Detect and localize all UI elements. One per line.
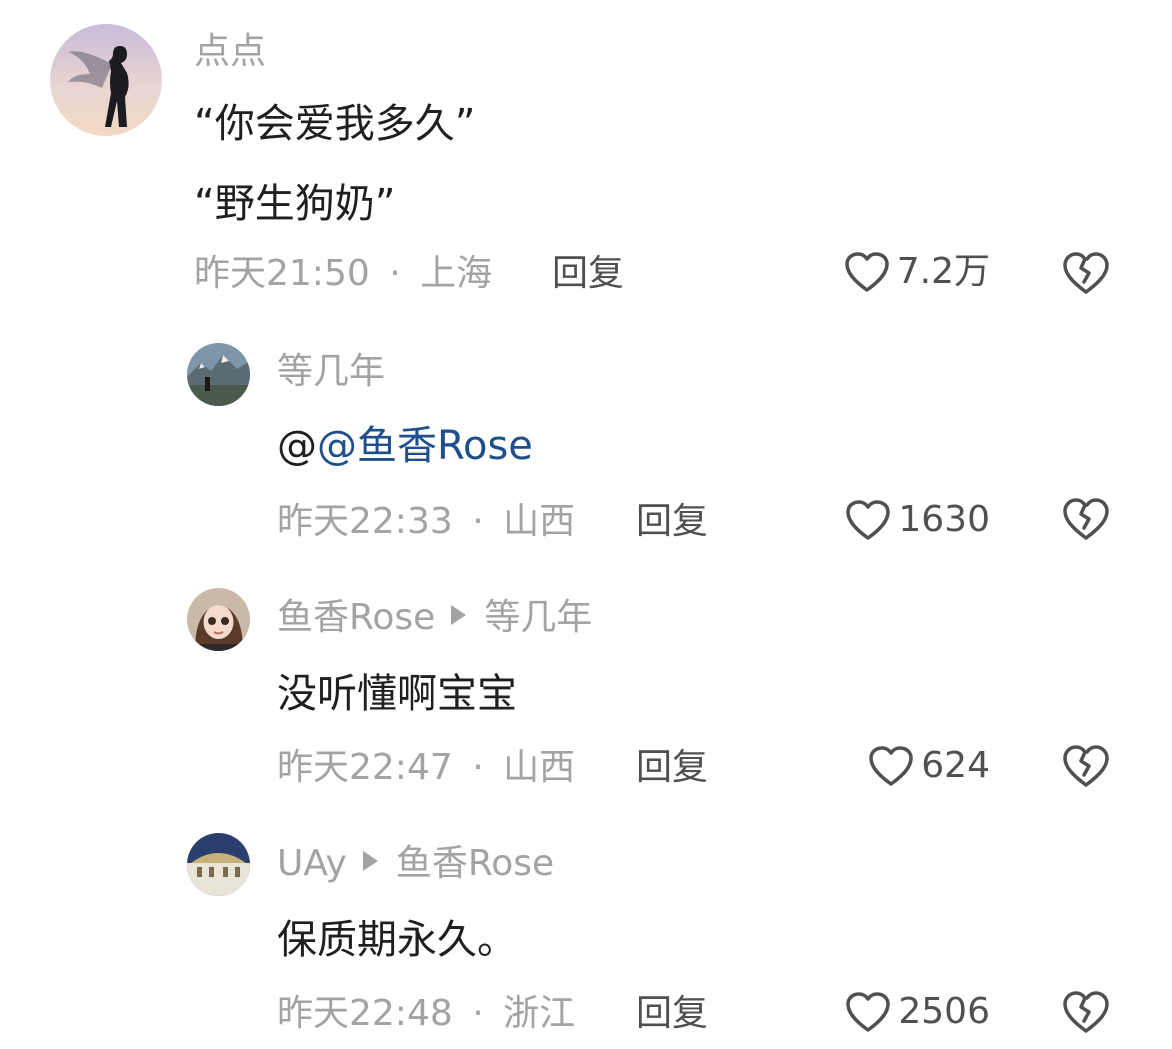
dislike-button[interactable] bbox=[1061, 250, 1111, 296]
broken-heart-icon bbox=[1063, 991, 1109, 1033]
separator: · bbox=[472, 993, 484, 1034]
like-button[interactable]: 2506 bbox=[780, 990, 990, 1034]
broken-heart-icon bbox=[1063, 498, 1109, 540]
timestamp-location: 昨天22:48 · 浙江 bbox=[277, 994, 575, 1034]
location: 浙江 bbox=[503, 993, 576, 1034]
comment-3: 鱼香Rose 等几年 没听懂啊宝宝 昨天22:47 · 山西 回复 624 bbox=[0, 560, 1172, 805]
timestamp-location: 昨天21:50 · 上海 bbox=[194, 254, 492, 294]
like-button[interactable]: 1630 bbox=[780, 498, 990, 542]
comment-text: @@鱼香Rose bbox=[277, 422, 533, 470]
location: 山西 bbox=[503, 747, 576, 788]
reply-button[interactable]: 回复 bbox=[552, 254, 624, 294]
broken-heart-icon bbox=[1063, 745, 1109, 787]
heart-outline-icon bbox=[843, 250, 891, 294]
comment-text-line-1: “你会爱我多久” bbox=[194, 101, 476, 147]
timestamp: 昨天22:33 bbox=[277, 501, 453, 542]
dislike-button[interactable] bbox=[1061, 496, 1111, 542]
night-building-avatar-icon bbox=[187, 833, 250, 896]
like-count: 624 bbox=[921, 745, 990, 786]
comment-2: 等几年 @@鱼香Rose 昨天22:33 · 山西 回复 1630 bbox=[0, 310, 1172, 560]
comment-4: UAy 鱼香Rose 保质期永久。 昨天22:48 · 浙江 回复 2506 bbox=[0, 805, 1172, 1049]
separator: · bbox=[472, 747, 484, 788]
comment-text: 保质期永久。 bbox=[277, 917, 517, 963]
avatar[interactable] bbox=[187, 833, 250, 896]
like-button[interactable]: 624 bbox=[780, 744, 990, 788]
comment-text-line-2: “野生狗奶” bbox=[194, 181, 396, 227]
location: 山西 bbox=[503, 501, 576, 542]
doll-avatar-icon bbox=[187, 588, 250, 651]
mention-link[interactable]: @鱼香Rose bbox=[317, 423, 533, 469]
reply-button[interactable]: 回复 bbox=[636, 748, 708, 788]
heart-outline-icon bbox=[844, 990, 892, 1034]
mention-prefix: @ bbox=[277, 423, 317, 469]
location: 上海 bbox=[420, 253, 493, 294]
timestamp: 昨天22:48 bbox=[277, 993, 453, 1034]
separator: · bbox=[472, 501, 484, 542]
dislike-button[interactable] bbox=[1061, 743, 1111, 789]
dislike-button[interactable] bbox=[1061, 989, 1111, 1035]
avatar[interactable] bbox=[187, 588, 250, 651]
reply-to-username[interactable]: 鱼香Rose bbox=[396, 843, 554, 884]
username-row: UAy 鱼香Rose bbox=[277, 844, 554, 884]
like-count: 1630 bbox=[898, 499, 990, 540]
reply-arrow-icon bbox=[362, 851, 378, 871]
timestamp-location: 昨天22:47 · 山西 bbox=[277, 748, 575, 788]
avatar[interactable] bbox=[187, 343, 250, 406]
broken-heart-icon bbox=[1063, 252, 1109, 294]
reply-button[interactable]: 回复 bbox=[636, 994, 708, 1034]
heart-outline-icon bbox=[844, 498, 892, 542]
separator: · bbox=[389, 253, 401, 294]
username[interactable]: 鱼香Rose bbox=[277, 597, 435, 638]
like-button[interactable]: 7.2万 bbox=[780, 250, 990, 294]
username-row: 鱼香Rose 等几年 bbox=[277, 598, 592, 638]
like-count: 7.2万 bbox=[896, 251, 990, 292]
username[interactable]: UAy bbox=[277, 843, 347, 884]
username[interactable]: 等几年 bbox=[277, 352, 385, 392]
fairy-silhouette-avatar-icon bbox=[50, 24, 162, 136]
mountain-landscape-avatar-icon bbox=[187, 343, 250, 406]
timestamp: 昨天22:47 bbox=[277, 747, 453, 788]
heart-outline-icon bbox=[867, 744, 915, 788]
comment-1: 点点 “你会爱我多久” “野生狗奶” 昨天21:50 · 上海 回复 7.2万 bbox=[0, 0, 1172, 310]
comment-text: 没听懂啊宝宝 bbox=[277, 671, 517, 717]
reply-arrow-icon bbox=[451, 605, 467, 625]
reply-button[interactable]: 回复 bbox=[636, 502, 708, 542]
timestamp-location: 昨天22:33 · 山西 bbox=[277, 502, 575, 542]
username[interactable]: 点点 bbox=[194, 32, 266, 72]
timestamp: 昨天21:50 bbox=[194, 253, 370, 294]
reply-to-username[interactable]: 等几年 bbox=[484, 597, 592, 638]
like-count: 2506 bbox=[898, 991, 990, 1032]
avatar[interactable] bbox=[50, 24, 162, 136]
